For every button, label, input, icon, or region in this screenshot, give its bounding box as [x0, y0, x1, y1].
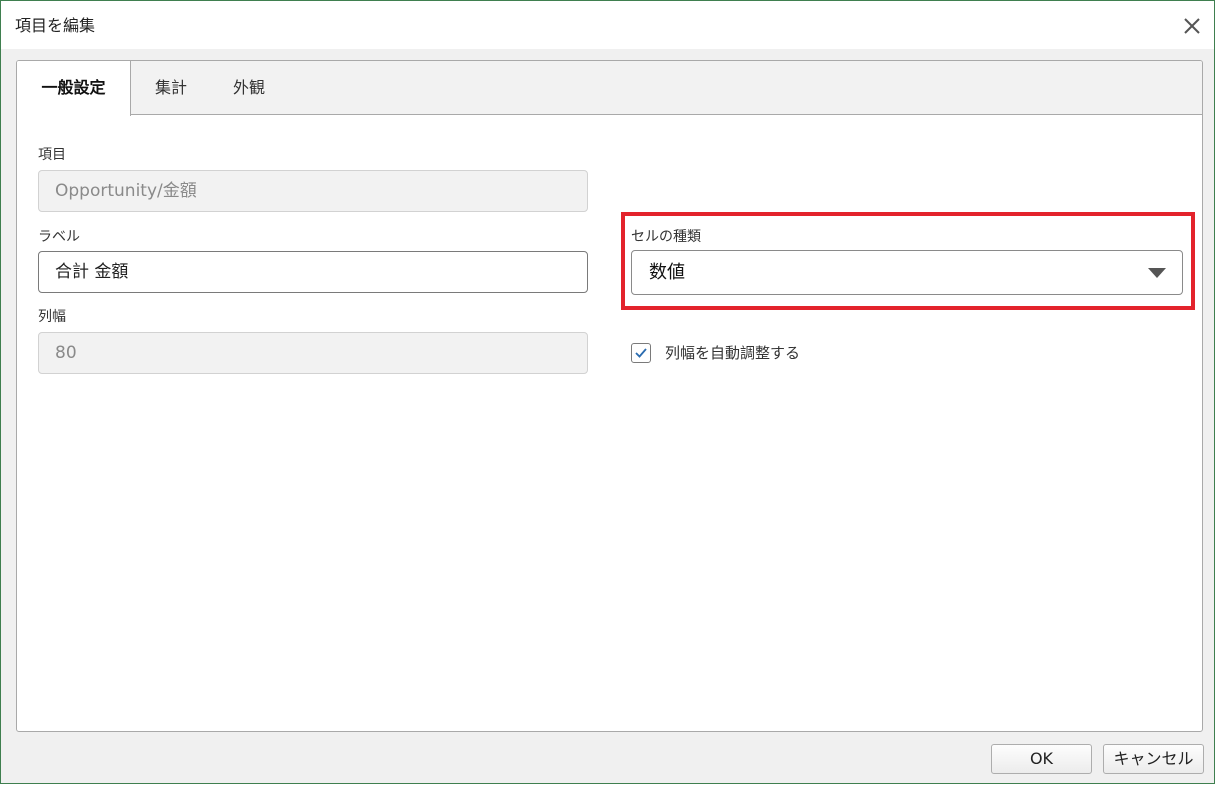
tab-appearance[interactable]: 外観	[225, 61, 273, 115]
close-icon	[1184, 18, 1200, 34]
dialog-titlebar: 項目を編集	[1, 1, 1214, 49]
column-width-label: 列幅	[38, 309, 66, 325]
tab-strip: 一般設定 集計 外観	[17, 61, 1202, 116]
field-label: 項目	[38, 147, 66, 163]
tab-general-settings[interactable]: 一般設定	[17, 61, 131, 116]
tab-aggregate[interactable]: 集計	[147, 61, 195, 115]
field-input: Opportunity/金額	[38, 170, 588, 212]
dialog-title: 項目を編集	[15, 16, 96, 35]
label-input[interactable]: 合計 金額	[38, 251, 588, 293]
checkmark-icon	[635, 348, 647, 358]
dropdown-arrow-icon	[1148, 268, 1166, 278]
cancel-button[interactable]: キャンセル	[1103, 744, 1204, 774]
tab-panel: 一般設定 集計 外観 項目 Opportunity/金額 ラベル 合計 金額 列…	[16, 60, 1203, 732]
cell-type-label: セルの種類	[631, 229, 701, 245]
column-width-input: 80	[38, 332, 588, 374]
edit-item-dialog: 項目を編集 一般設定 集計 外観 項目 Opportunity/金額 ラベル 合…	[0, 0, 1215, 784]
cell-type-select[interactable]: 数値	[631, 250, 1183, 295]
label-field-label: ラベル	[38, 229, 80, 245]
ok-button[interactable]: OK	[991, 744, 1092, 774]
auto-width-checkbox[interactable]	[631, 343, 651, 363]
auto-width-label: 列幅を自動調整する	[665, 344, 801, 362]
close-button[interactable]	[1179, 13, 1205, 39]
cell-type-value: 数値	[649, 262, 685, 283]
